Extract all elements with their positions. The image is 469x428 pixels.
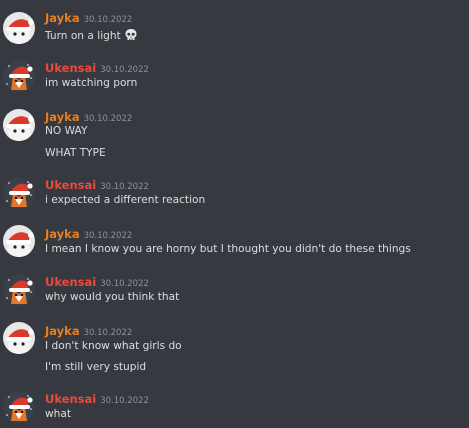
username[interactable]: Jayka: [45, 227, 80, 241]
avatar[interactable]: [3, 274, 35, 306]
skull-icon: [124, 28, 138, 42]
timestamp: 30.10.2022: [100, 396, 149, 406]
message-text: I'm still very stupid: [45, 361, 147, 373]
message-header: Jayka 30.10.2022: [45, 226, 132, 243]
timestamp: 30.10.2022: [83, 15, 133, 25]
message-header: Ukensai 30.10.2022: [45, 274, 149, 291]
message-text: why would you think that: [45, 291, 180, 303]
message-text: im watching porn: [45, 77, 138, 89]
message-text: Turn on a light: [45, 28, 138, 43]
avatar[interactable]: [3, 177, 35, 209]
message-text: I don't know what girls do: [45, 340, 182, 352]
message-header: Jayka 30.10.2022: [45, 323, 132, 340]
timestamp: 30.10.2022: [83, 328, 133, 338]
message-text: WHAT TYPE: [45, 147, 106, 159]
username[interactable]: Ukensai: [45, 178, 96, 192]
username[interactable]: Jayka: [45, 11, 80, 25]
timestamp: 30.10.2022: [83, 114, 133, 124]
avatar[interactable]: [3, 109, 35, 141]
avatar[interactable]: [3, 225, 35, 257]
chat-messages: Jayka 30.10.2022 Turn on a light Ukensai 3…: [0, 0, 469, 428]
message-text: NO WAY: [45, 125, 88, 137]
message-header: Ukensai 30.10.2022: [45, 391, 149, 408]
message-text: what: [45, 408, 72, 420]
avatar[interactable]: [3, 391, 35, 423]
avatar[interactable]: [3, 322, 35, 354]
username[interactable]: Ukensai: [45, 61, 96, 75]
timestamp: 30.10.2022: [100, 65, 149, 75]
timestamp: 30.10.2022: [83, 231, 133, 241]
avatar[interactable]: [3, 12, 35, 44]
message-header: Jayka 30.10.2022: [45, 10, 132, 27]
avatar[interactable]: [3, 60, 35, 92]
message-header: Ukensai 30.10.2022: [45, 60, 149, 77]
message-text: I mean I know you are horny but I though…: [45, 243, 411, 255]
message-header: Ukensai 30.10.2022: [45, 177, 149, 194]
username[interactable]: Ukensai: [45, 275, 96, 289]
timestamp: 30.10.2022: [100, 279, 149, 289]
username[interactable]: Ukensai: [45, 392, 96, 406]
username[interactable]: Jayka: [45, 324, 80, 338]
username[interactable]: Jayka: [45, 110, 80, 124]
message-text: i expected a different reaction: [45, 194, 206, 206]
timestamp: 30.10.2022: [100, 182, 149, 192]
